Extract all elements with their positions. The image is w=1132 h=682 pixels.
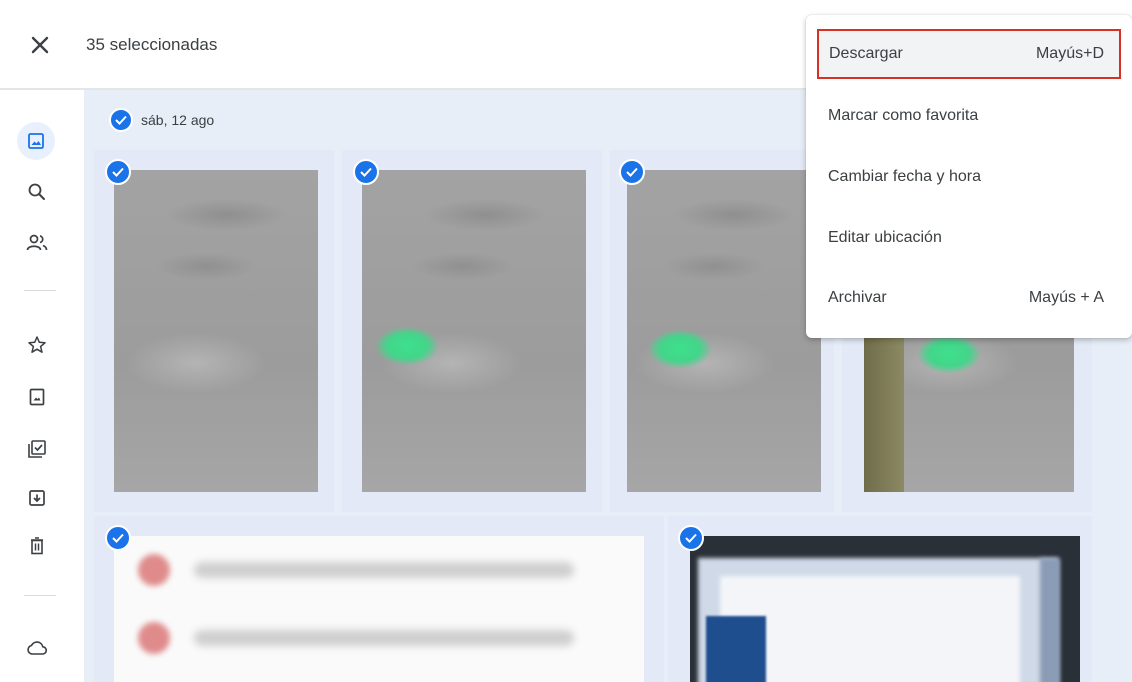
photos-app: 35 seleccionadas sáb, 12 ago Descargar M… (0, 0, 1132, 682)
photo-tile[interactable] (94, 516, 664, 682)
photo-thumbnail (362, 170, 586, 492)
menu-item-label: Editar ubicación (828, 229, 942, 246)
trash-icon[interactable] (22, 531, 52, 561)
photo-thumbnail (114, 170, 318, 492)
menu-item-shortcut: Mayús+D (1035, 45, 1104, 62)
photos-icon[interactable] (17, 122, 55, 160)
photo-tile[interactable] (610, 150, 834, 512)
menu-item-shortcut: Mayús + A (1028, 289, 1104, 306)
select-checkbox[interactable] (678, 525, 704, 551)
group-select-checkbox[interactable] (109, 108, 133, 132)
photo-thumbnail (627, 170, 821, 492)
utilities-icon[interactable] (22, 434, 52, 464)
photo-tile[interactable] (342, 150, 602, 512)
cloud-icon[interactable] (22, 633, 52, 663)
menu-item-download[interactable]: Descargar Mayús+D (817, 29, 1121, 79)
archive-icon[interactable] (22, 483, 52, 513)
close-icon[interactable] (27, 32, 53, 58)
people-icon[interactable] (22, 228, 52, 258)
date-label: sáb, 12 ago (141, 112, 215, 128)
menu-item-label: Marcar como favorita (828, 107, 979, 124)
star-icon[interactable] (22, 330, 52, 360)
rail-separator (24, 595, 56, 596)
menu-item-archive[interactable]: Archivar Mayús + A (806, 273, 1132, 323)
menu-item-label: Cambiar fecha y hora (828, 168, 981, 185)
select-checkbox[interactable] (105, 159, 131, 185)
more-options-menu: Descargar Mayús+D Marcar como favorita C… (806, 15, 1132, 338)
photo-tile[interactable] (668, 516, 1092, 682)
select-checkbox[interactable] (105, 525, 131, 551)
select-checkbox[interactable] (353, 159, 379, 185)
select-checkbox[interactable] (619, 159, 645, 185)
date-group-header: sáb, 12 ago (109, 108, 214, 132)
menu-item-favorite[interactable]: Marcar como favorita (806, 91, 1132, 141)
photo-thumbnail (114, 536, 644, 682)
menu-item-change-date[interactable]: Cambiar fecha y hora (806, 152, 1132, 202)
menu-item-edit-location[interactable]: Editar ubicación (806, 213, 1132, 263)
selected-count: 35 seleccionadas (86, 35, 218, 54)
left-nav-rail (0, 90, 84, 682)
search-icon[interactable] (22, 177, 52, 207)
menu-item-label: Archivar (828, 289, 887, 306)
menu-item-label: Descargar (829, 45, 903, 62)
photo-tile[interactable] (94, 150, 334, 512)
rail-separator (24, 290, 56, 291)
albums-icon[interactable] (22, 382, 52, 412)
photo-thumbnail (690, 536, 1080, 682)
